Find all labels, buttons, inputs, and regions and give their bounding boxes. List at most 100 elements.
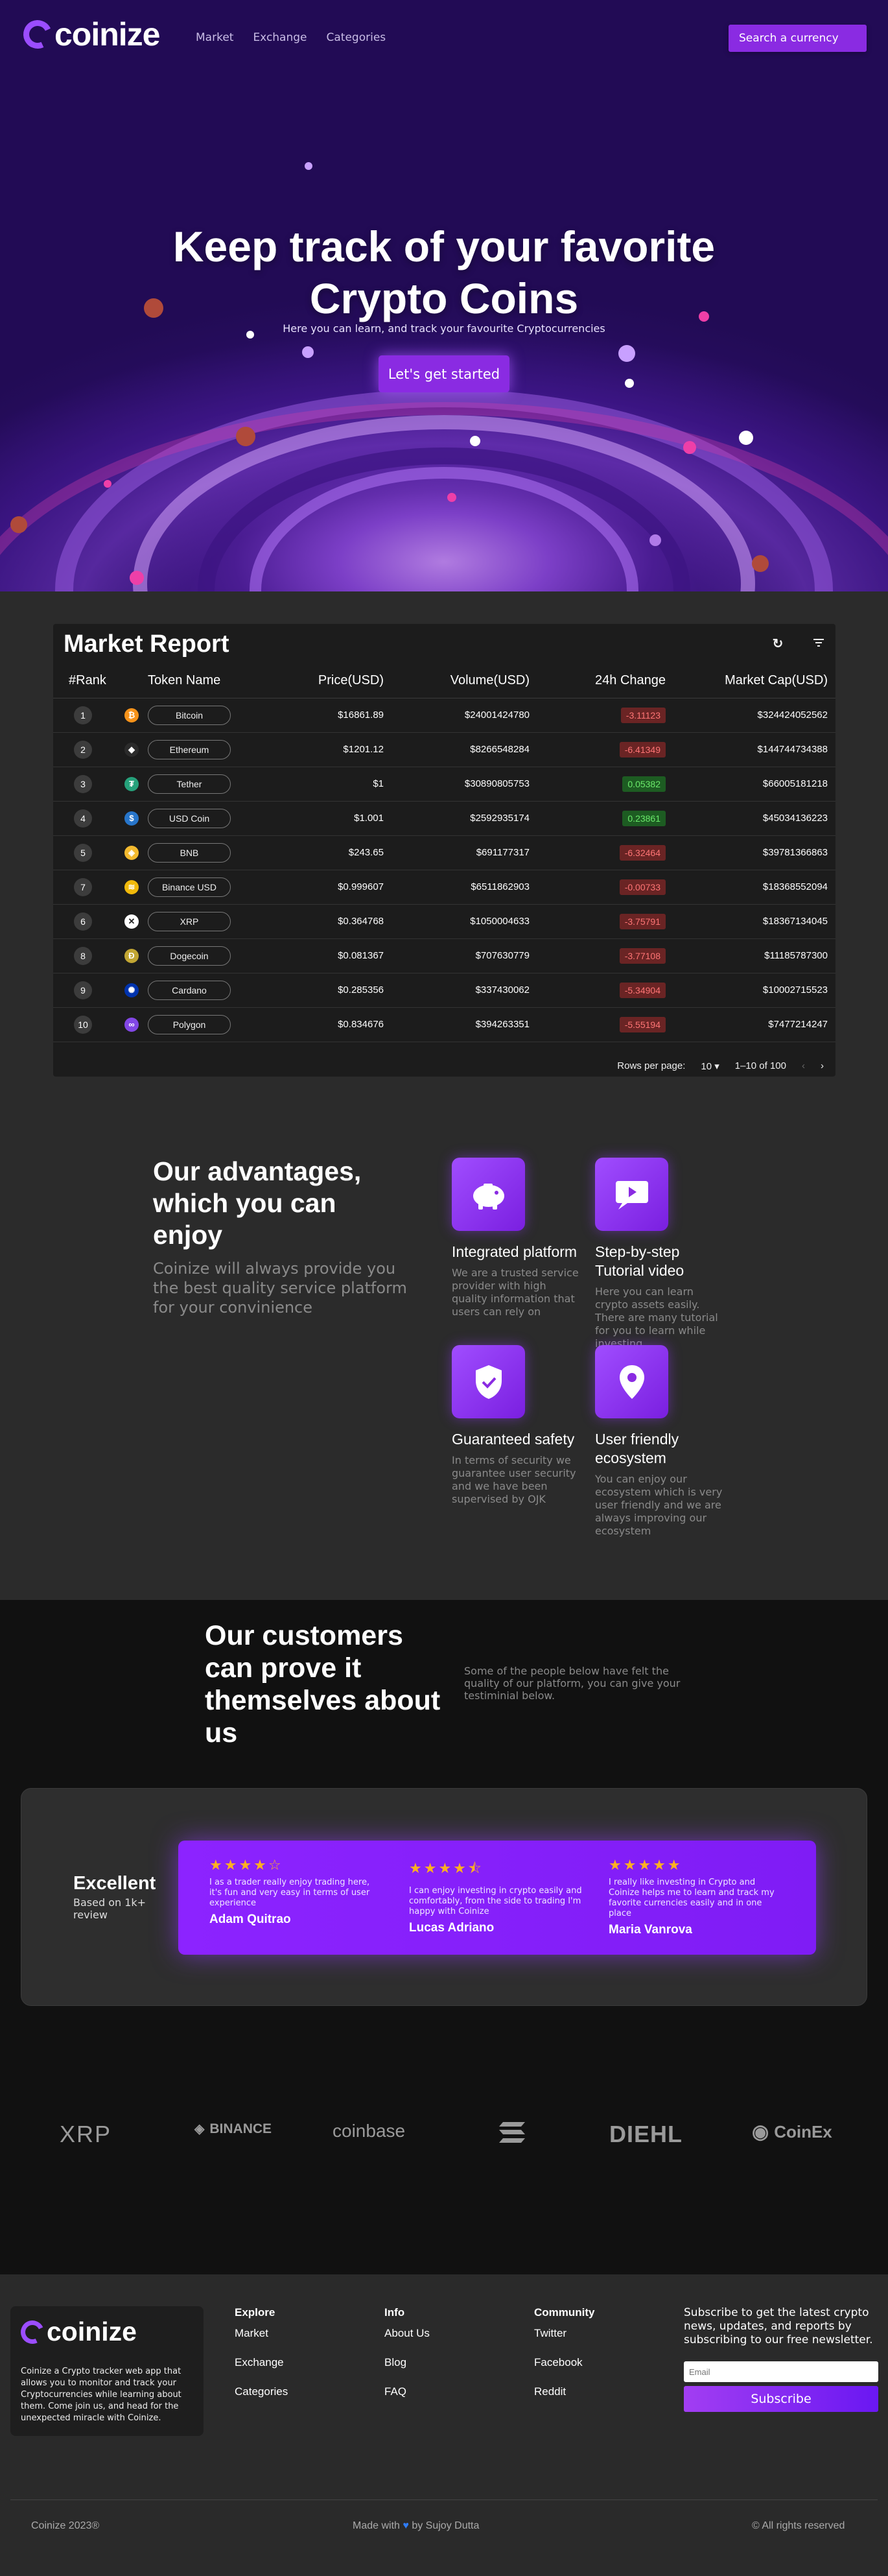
email-field[interactable] [684, 2361, 878, 2382]
nav-link-categories[interactable]: Categories [327, 31, 386, 44]
bubble-dot [625, 379, 634, 388]
coinize-logo-icon [19, 16, 56, 53]
planet-dot [236, 427, 255, 446]
column-token[interactable]: Token Name [124, 664, 254, 698]
rights: © All rights reserved [752, 2520, 845, 2531]
refresh-icon[interactable]: ↻ [771, 637, 785, 651]
star-rating-icon: ★★★★★ [609, 1857, 683, 1874]
rows-per-page-select[interactable]: 10 ▾ [701, 1060, 719, 1072]
table-row[interactable]: 7 ≋ Binance USD $0.999607 $6511862903 -0.0073… [53, 870, 835, 905]
table-row[interactable]: 8 Ð Dogecoin $0.081367 $707630779 -3.77108 $11… [53, 938, 835, 973]
star-rating-icon: ★★★★⯪ [409, 1861, 484, 1877]
prev-page-icon[interactable]: ‹ [802, 1060, 805, 1071]
bubble-dot [739, 431, 753, 445]
token-cell: ✕ XRP [124, 904, 254, 939]
token-name-chip[interactable]: Dogecoin [148, 946, 231, 966]
column-rank[interactable]: #Rank [53, 664, 124, 698]
rank-badge: 2 [74, 740, 92, 759]
reviews-card: Excellent Based on 1k+ review ★★★★☆ I as… [21, 1788, 867, 2006]
change-cell: -6.32464 [530, 835, 666, 870]
footer-link-twitter[interactable]: Twitter [534, 2327, 595, 2340]
rank-badge: 8 [74, 946, 92, 965]
token-name-chip[interactable]: BNB [148, 842, 231, 863]
footer-link-market[interactable]: Market [235, 2327, 288, 2340]
column-change[interactable]: 24h Change [530, 664, 666, 698]
footer-col-title: Community [534, 2306, 595, 2319]
price-cell: $1 [254, 767, 384, 802]
table-row[interactable]: 6 ✕ XRP $0.364768 $1050004633 -3.75791 $183671… [53, 904, 835, 939]
nav-link-market[interactable]: Market [196, 31, 233, 44]
change-cell: 0.05382 [530, 767, 666, 802]
change-cell: -3.11123 [530, 698, 666, 733]
table-row[interactable]: 3 ₮ Tether $1 $30890805753 0.05382 $6600518121… [53, 767, 835, 802]
search-currency-button[interactable]: Search a currency [729, 25, 867, 52]
bubble-dot [649, 534, 661, 546]
market-cap-cell: $66005181218 [666, 767, 835, 802]
feature-user-friendly: User friendly ecosystem You can enjoy ou… [595, 1345, 731, 1538]
column-price[interactable]: Price(USD) [254, 664, 384, 698]
copyright: Coinize 2023® [31, 2520, 100, 2531]
binance-usd-icon: ≋ [124, 879, 139, 894]
footer-link-blog[interactable]: Blog [384, 2356, 430, 2369]
footer-logo[interactable]: coinize [17, 2317, 137, 2347]
price-cell: $1201.12 [254, 732, 384, 767]
partner-name: XRP [60, 2121, 112, 2147]
rank-cell: 7 [53, 870, 124, 905]
volume-cell: $8266548284 [384, 732, 530, 767]
footer-link-about[interactable]: About Us [384, 2327, 430, 2340]
hero-section: coinize Market Exchange Categories Searc… [0, 0, 888, 591]
token-name-chip[interactable]: Tether [148, 774, 231, 794]
rating-count: Based on 1k+ review [73, 1896, 146, 1921]
footer-link-facebook[interactable]: Facebook [534, 2356, 595, 2369]
change-cell: -3.77108 [530, 938, 666, 973]
location-pin-icon [595, 1345, 668, 1418]
xrp-icon: ✕ [124, 914, 139, 929]
get-started-button[interactable]: Let's get started [379, 355, 509, 392]
footer-link-exchange[interactable]: Exchange [235, 2356, 288, 2369]
next-page-icon[interactable]: › [821, 1060, 824, 1071]
table-row[interactable]: 1 ₿ Bitcoin $16861.89 $24001424780 -3.11123 $3… [53, 698, 835, 733]
binance-diamond-icon: ◈ [194, 2122, 205, 2136]
footer-link-faq[interactable]: FAQ [384, 2385, 430, 2398]
token-name-chip[interactable]: Bitcoin [148, 705, 231, 725]
nav-link-exchange[interactable]: Exchange [253, 31, 307, 44]
column-market-cap[interactable]: Market Cap(USD) [666, 664, 835, 698]
footer-link-categories[interactable]: Categories [235, 2385, 288, 2398]
page-range: 1–10 of 100 [734, 1060, 786, 1071]
table-row[interactable]: 2 ◆ Ethereum $1201.12 $8266548284 -6.41349 $14… [53, 732, 835, 767]
volume-cell: $394263351 [384, 1007, 530, 1042]
rows-per-page-value: 10 [701, 1060, 712, 1072]
token-name-chip[interactable]: Polygon [148, 1014, 231, 1034]
table-row[interactable]: 5 ◈ BNB $243.65 $691177317 -6.32464 $397813668… [53, 835, 835, 870]
subscribe-button[interactable]: Subscribe [684, 2386, 878, 2412]
change-badge: -6.32464 [619, 844, 666, 861]
column-volume[interactable]: Volume(USD) [384, 664, 530, 698]
token-name-chip[interactable]: Ethereum [148, 739, 231, 759]
footer-link-reddit[interactable]: Reddit [534, 2385, 595, 2398]
newsletter: Subscribe to get the latest crypto news,… [684, 2306, 878, 2412]
coinize-logo-icon [17, 2317, 48, 2347]
made-with-text: Made with [353, 2520, 400, 2531]
made-with: Made with ♥ by Sujoy Dutta [353, 2520, 479, 2532]
feature-guaranteed-safety: Guaranteed safety In terms of security w… [452, 1345, 588, 1506]
token-name-chip[interactable]: Binance USD [148, 877, 231, 897]
table-row[interactable]: 9 ✺ Cardano $0.285356 $337430062 -5.34904 $100… [53, 973, 835, 1008]
price-cell: $1.001 [254, 801, 384, 836]
diehl-logo-icon: DIEHL [609, 2121, 683, 2148]
price-cell: $16861.89 [254, 698, 384, 733]
token-name-chip[interactable]: USD Coin [148, 808, 231, 828]
feature-title: Step-by-step Tutorial video [595, 1243, 684, 1279]
table-row[interactable]: 10 ∞ Polygon $0.834676 $394263351 -5.55194 $74… [53, 1007, 835, 1042]
token-name-chip[interactable]: XRP [148, 911, 231, 931]
change-badge: 0.05382 [622, 776, 666, 792]
table-row[interactable]: 4 $ USD Coin $1.001 $2592935174 0.23861 $45034… [53, 801, 835, 836]
filter-icon[interactable] [812, 637, 826, 651]
brand-logo[interactable]: coinize [19, 16, 160, 53]
footer-divider [10, 2499, 878, 2500]
token-cell: ₿ Bitcoin [124, 698, 254, 733]
volume-cell: $30890805753 [384, 767, 530, 802]
token-name-chip[interactable]: Cardano [148, 980, 231, 1000]
bubble-dot [302, 346, 314, 358]
change-badge: -3.77108 [619, 948, 666, 964]
token-cell: $ USD Coin [124, 801, 254, 836]
